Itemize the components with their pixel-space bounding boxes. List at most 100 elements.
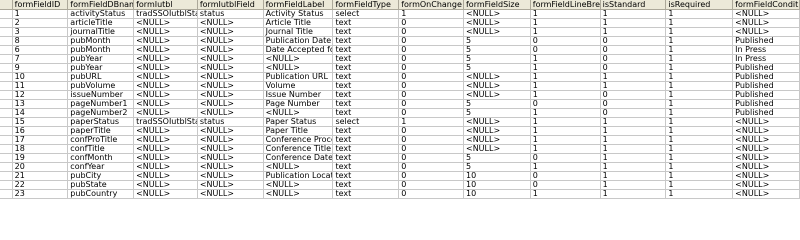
table-cell[interactable]: 5 <box>463 45 531 55</box>
table-cell[interactable]: <NULL> <box>463 144 531 154</box>
table-cell[interactable]: 0 <box>398 90 464 100</box>
column-header[interactable]: formFieldSize <box>463 0 531 10</box>
table-row[interactable]: 22 pubState <NULL> <NULL> <NULL> text 0 10 0 1 1 <N… <box>0 180 800 190</box>
table-row[interactable]: 20 confYear <NULL> <NULL> <NULL> text 0 5 1 1 1 <NU… <box>0 162 800 172</box>
column-header[interactable]: formFieldLineBreak <box>530 0 601 10</box>
table-cell[interactable]: <NULL> <box>197 27 264 37</box>
table-cell[interactable]: pubMonth <box>67 36 135 46</box>
table-cell[interactable]: pubState <box>67 180 135 190</box>
table-cell[interactable]: 1 <box>600 117 667 127</box>
table-cell[interactable]: 5 <box>463 36 531 46</box>
table-row[interactable]: 1activityStatustradSSOIutblStatusstatusA… <box>0 9 800 19</box>
table-cell[interactable]: 10 <box>12 72 69 82</box>
table-cell[interactable]: <NULL> <box>133 27 198 37</box>
table-cell[interactable]: 1 <box>665 144 734 154</box>
table-cell[interactable]: 1 <box>530 9 601 19</box>
table-cell[interactable]: 0 <box>398 144 464 154</box>
row-selector[interactable] <box>0 54 13 64</box>
table-cell[interactable]: text <box>332 63 400 73</box>
table-cell[interactable]: <NULL> <box>197 162 264 172</box>
table-cell[interactable]: journalTitle <box>67 27 135 37</box>
table-cell[interactable]: 0 <box>398 54 464 64</box>
table-cell[interactable]: <NULL> <box>197 63 264 73</box>
table-cell[interactable]: 1 <box>398 9 464 19</box>
table-cell[interactable]: Conference Procee <box>263 135 334 145</box>
table-cell[interactable]: pubYear <box>67 63 135 73</box>
column-header[interactable]: formFieldDBname <box>67 0 135 10</box>
table-cell[interactable]: text <box>332 27 400 37</box>
table-cell[interactable]: 1 <box>665 54 734 64</box>
table-row[interactable]: 16 paperTitle <NULL> <NULL> Paper Title text 0… <box>0 126 800 136</box>
table-cell[interactable]: 0 <box>398 99 464 109</box>
table-cell[interactable]: Published <box>732 81 800 91</box>
table-cell[interactable]: 0 <box>398 81 464 91</box>
table-cell[interactable]: 0 <box>398 36 464 46</box>
table-row[interactable]: 18 confTitle <NULL> <NULL> Conference Title t… <box>0 144 800 154</box>
table-cell[interactable]: 19 <box>12 153 69 163</box>
table-cell[interactable]: text <box>332 36 400 46</box>
table-cell[interactable]: 5 <box>463 162 531 172</box>
table-cell[interactable]: 1 <box>530 117 601 127</box>
table-row[interactable]: 10 pubURL <NULL> <NULL> Publication URL text 0… <box>0 72 800 82</box>
row-selector[interactable] <box>0 90 13 100</box>
table-row[interactable]: 11 pubVolume <NULL> <NULL> Volume text 0 <NULL>… <box>0 81 800 91</box>
table-cell[interactable]: <NULL> <box>463 9 531 19</box>
table-cell[interactable]: text <box>332 144 400 154</box>
table-cell[interactable]: Paper Status <box>263 117 334 127</box>
table-cell[interactable]: 0 <box>530 36 601 46</box>
table-cell[interactable]: paperStatus <box>67 117 135 127</box>
table-cell[interactable]: 1 <box>600 81 667 91</box>
table-cell[interactable]: tradSSOIutblStatus <box>133 117 198 127</box>
table-cell[interactable]: 5 <box>463 153 531 163</box>
table-cell[interactable]: <NULL> <box>732 27 800 37</box>
table-cell[interactable]: 0 <box>398 27 464 37</box>
table-cell[interactable]: 0 <box>398 126 464 136</box>
table-cell[interactable]: <NULL> <box>263 189 334 199</box>
table-cell[interactable]: 1 <box>530 81 601 91</box>
table-cell[interactable]: 1 <box>600 27 667 37</box>
table-cell[interactable]: 16 <box>12 126 69 136</box>
results-grid[interactable]: formFieldID formFieldDBname formIutbl fo… <box>0 0 800 214</box>
table-cell[interactable]: 9 <box>12 63 69 73</box>
table-cell[interactable]: Published <box>732 99 800 109</box>
table-cell[interactable]: 0 <box>398 189 464 199</box>
table-cell[interactable]: Volume <box>263 81 334 91</box>
table-cell[interactable]: pageNumber1 <box>67 99 135 109</box>
table-cell[interactable]: <NULL> <box>263 162 334 172</box>
table-cell[interactable]: 5 <box>463 99 531 109</box>
row-selector[interactable] <box>0 99 13 109</box>
table-cell[interactable]: 1 <box>600 189 667 199</box>
table-cell[interactable]: In Press <box>732 54 800 64</box>
table-cell[interactable]: <NULL> <box>197 36 264 46</box>
table-cell[interactable]: pubURL <box>67 72 135 82</box>
table-cell[interactable]: 11 <box>12 81 69 91</box>
table-cell[interactable]: 1 <box>600 153 667 163</box>
table-cell[interactable]: <NULL> <box>197 126 264 136</box>
table-row[interactable]: 2 articleTitle <NULL> <NULL> Article Title te… <box>0 18 800 28</box>
table-cell[interactable]: 1 <box>530 90 601 100</box>
table-cell[interactable]: 0 <box>530 171 601 181</box>
table-cell[interactable]: 1 <box>665 162 734 172</box>
table-cell[interactable]: 1 <box>665 81 734 91</box>
table-cell[interactable]: text <box>332 171 400 181</box>
table-cell[interactable]: 1 <box>665 45 734 55</box>
table-cell[interactable]: <NULL> <box>133 171 198 181</box>
table-row[interactable]: 6 pubMonth <NULL> <NULL> Date Accepted for te… <box>0 45 800 55</box>
table-cell[interactable]: <NULL> <box>463 126 531 136</box>
table-cell[interactable]: 1 <box>530 27 601 37</box>
table-cell[interactable]: 1 <box>665 90 734 100</box>
row-selector-header[interactable] <box>0 0 13 10</box>
table-cell[interactable]: <NULL> <box>197 18 264 28</box>
column-header[interactable]: formOnChange <box>398 0 464 10</box>
table-cell[interactable]: pubCity <box>67 171 135 181</box>
table-cell[interactable]: Publication URL <box>263 72 334 82</box>
table-cell[interactable]: 15 <box>12 117 69 127</box>
table-cell[interactable]: Published <box>732 36 800 46</box>
table-cell[interactable]: 1 <box>665 189 734 199</box>
table-cell[interactable]: 1 <box>530 18 601 28</box>
table-cell[interactable]: 1 <box>665 135 734 145</box>
table-cell[interactable]: status <box>197 9 264 19</box>
table-cell[interactable]: <NULL> <box>197 72 264 82</box>
row-selector[interactable] <box>0 153 13 163</box>
table-cell[interactable]: <NULL> <box>732 126 800 136</box>
